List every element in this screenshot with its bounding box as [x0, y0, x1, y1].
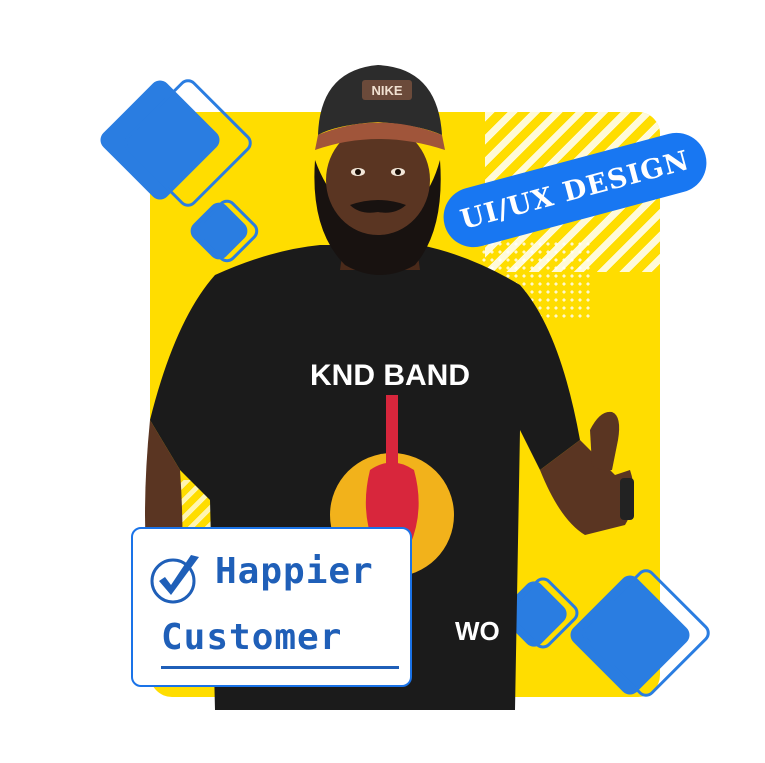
checkmark-icon [150, 555, 199, 604]
card-title-line-2: Customer [161, 617, 343, 658]
thumbs-up-hand [590, 411, 620, 471]
card-underline [161, 666, 399, 669]
shirt-guitar-neck [386, 395, 398, 465]
card-title-line-1: Happier [215, 551, 374, 592]
happier-customer-card: Happier Customer [131, 527, 412, 687]
shirt-bottom-text: WO [455, 616, 500, 646]
cap-logo-text: NIKE [371, 83, 402, 98]
shirt-band-text: KND BAND [310, 359, 470, 392]
wristwatch [620, 478, 634, 520]
